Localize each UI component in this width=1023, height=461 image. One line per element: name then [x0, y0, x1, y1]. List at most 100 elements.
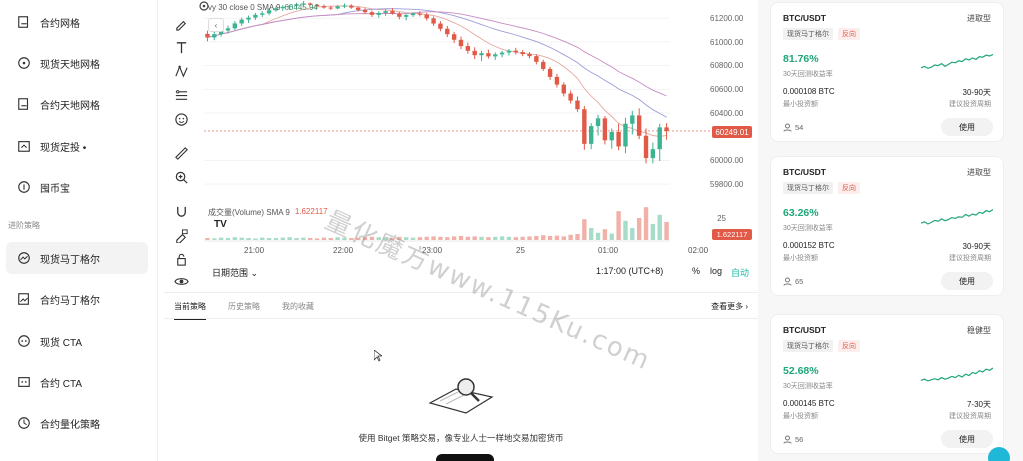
sidebar-item-label: 现货定投 • [40, 142, 87, 154]
card-pair: BTC/USDT [783, 13, 826, 23]
legend-collapse-button[interactable]: ‹ [208, 18, 224, 32]
eye-icon[interactable] [172, 272, 190, 290]
candle-body [232, 23, 238, 29]
lock-drawing-icon[interactable] [172, 226, 190, 244]
martingale-icon [16, 250, 32, 266]
candle-body [445, 28, 450, 35]
volume-bar [630, 228, 635, 240]
sidebar-item-label: 现货马丁格尔 [40, 254, 100, 266]
volume-bar [595, 232, 601, 240]
see-more-link[interactable]: 查看更多 › [711, 301, 748, 312]
emoji-tool-icon[interactable] [172, 110, 190, 128]
volume-bar [554, 235, 560, 240]
measure-tool-icon[interactable] [172, 86, 190, 104]
date-range-dropdown[interactable]: 日期范围 ⌄ [212, 266, 258, 279]
price-axis-label: 60800.00 [710, 61, 744, 70]
price-axis-label: 60000.00 [710, 156, 744, 165]
sidebar-item-contract-grid[interactable]: 合约网格 [6, 6, 148, 38]
sidebar-item-contract-quant[interactable]: 合约量化策略 [6, 407, 148, 439]
use-strategy-button[interactable]: 使用 [941, 430, 993, 448]
card-roi-label: 30天回测收益率 [783, 383, 833, 390]
strategy-panel: 当前策略 历史策略 我的收藏 查看更多 › 使用 Bitget 策略交易，像专业… [164, 292, 758, 461]
candle-body [239, 19, 244, 24]
log-scale-toggle[interactable]: log [710, 266, 722, 276]
volume-bar [260, 237, 265, 240]
volume-bar [445, 237, 450, 240]
candlestick-chart[interactable] [198, 0, 754, 262]
moving-average-line [207, 11, 667, 97]
candle-body [499, 52, 505, 55]
brush-tool-icon[interactable] [172, 14, 190, 32]
volume-bar [458, 236, 464, 240]
magnet-icon[interactable] [172, 202, 190, 220]
candle-body [403, 15, 409, 17]
card-roi: 52.68% [783, 365, 819, 377]
volume-bar [205, 238, 210, 240]
time-axis-label: 01:00 [598, 246, 619, 255]
auto-scale-toggle[interactable]: 自动 [731, 266, 749, 279]
volume-bar [493, 236, 498, 240]
chart-settings-icon[interactable] [198, 0, 210, 12]
candle-body [657, 127, 662, 150]
time-axis-label: 25 [516, 246, 525, 255]
percent-scale-toggle[interactable]: % [692, 266, 700, 276]
card-users: 65 [783, 277, 803, 286]
sidebar-item-spot-cta[interactable]: 现货 CTA [6, 325, 148, 357]
price-chart[interactable]: vy 30 close 0 SMA 9 60445.94 ‹ 61200.00 … [198, 0, 754, 292]
strategy-card[interactable]: BTC/USDT 稳健型 现货马丁格尔 反向 52.68% 30天回测收益率 0.00014… [770, 314, 1004, 454]
candle-body [582, 109, 587, 144]
sparkline-path [921, 367, 993, 382]
ruler-tool-icon[interactable] [172, 144, 190, 162]
sidebar-item-spot-martingale[interactable]: 现货马丁格尔 [6, 242, 148, 274]
volume-bar [212, 238, 217, 240]
volume-bar [527, 236, 532, 240]
app-root: 合约网格 现货天地网格 合约天地网格 现货定投 • 囤币宝 进阶策略 现货马丁格… [0, 0, 1023, 461]
target-icon [16, 55, 32, 71]
volume-bar [465, 236, 471, 240]
empty-state-text: 使用 Bitget 策略交易，像专业人士一样地交易加密货币 [358, 433, 564, 443]
volume-bar [534, 236, 539, 240]
volume-bar [287, 237, 292, 240]
card-min-investment: 0.000152 BTC [783, 241, 835, 250]
candle-body [650, 149, 656, 159]
create-strategy-button[interactable] [436, 454, 494, 461]
volume-bar [273, 238, 279, 240]
pattern-tool-icon[interactable] [172, 62, 190, 80]
volume-bar [294, 238, 299, 240]
candle-body [397, 13, 402, 17]
sparkline-path [921, 208, 993, 225]
sidebar-item-contract-martingale[interactable]: 合约马丁格尔 [6, 283, 148, 315]
card-tag-direction: 反向 [838, 28, 860, 40]
card-users: 54 [783, 123, 803, 132]
sidebar-item-contract-cta[interactable]: 合约 CTA [6, 366, 148, 398]
strategy-card[interactable]: BTC/USDT 进取型 现货马丁格尔 反向 81.76% 30天回测收益率 0.00010… [770, 2, 1004, 142]
candle-body [636, 115, 642, 136]
volume-bar [239, 237, 244, 240]
volume-bar [561, 236, 566, 240]
volume-bar [232, 237, 238, 240]
sidebar-item-spot-range-grid[interactable]: 现货天地网格 [6, 47, 148, 79]
candle-body [472, 50, 477, 56]
use-strategy-button[interactable]: 使用 [941, 272, 993, 290]
sparkline-path [921, 53, 993, 70]
use-strategy-button[interactable]: 使用 [941, 118, 993, 136]
volume-bar [479, 236, 484, 240]
sidebar-item-spot-dca[interactable]: 现货定投 • [6, 130, 148, 162]
text-tool-icon[interactable] [172, 38, 190, 56]
volume-bar [253, 238, 258, 240]
user-count-icon [783, 435, 792, 444]
volume-bar [506, 236, 512, 240]
volume-bar [218, 237, 224, 240]
lock-icon[interactable] [172, 250, 190, 268]
zoom-in-icon[interactable] [172, 168, 190, 186]
candle-body [479, 53, 484, 56]
candle-body [602, 118, 608, 141]
sidebar-item-contract-range-grid[interactable]: 合约天地网格 [6, 88, 148, 120]
sidebar-item-coin-saver[interactable]: 囤币宝 [6, 171, 148, 203]
strategy-card[interactable]: BTC/USDT 进取型 现货马丁格尔 反向 63.26% 30天回测收益率 0.00015… [770, 156, 1004, 296]
card-tags: 现货马丁格尔 反向 [783, 182, 860, 194]
chart-clock[interactable]: 1:17:00 (UTC+8) [596, 266, 663, 276]
candle-body [390, 11, 395, 14]
price-axis-label: 60400.00 [710, 109, 744, 118]
volume-bar [225, 238, 231, 240]
